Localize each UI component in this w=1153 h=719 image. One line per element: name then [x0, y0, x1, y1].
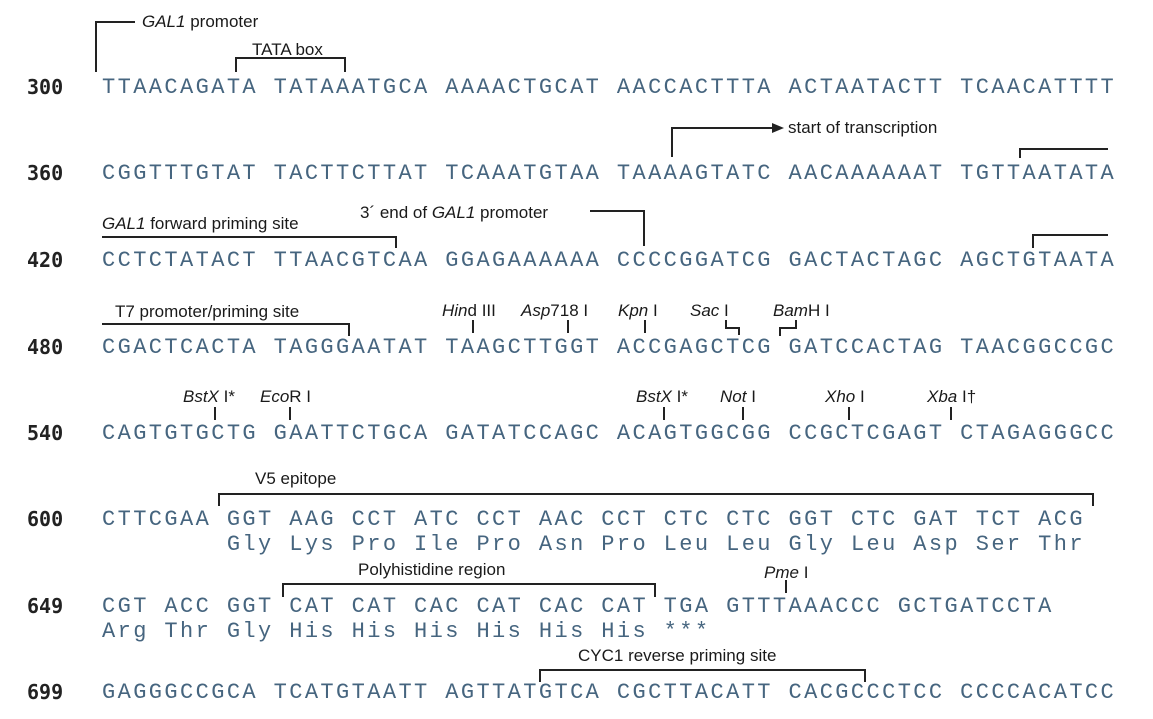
- row-number: 420: [27, 248, 64, 272]
- polyhistidine-label: Polyhistidine region: [358, 560, 506, 579]
- bamh-label: BamH I: [773, 301, 830, 320]
- xho-label: Xho I: [825, 387, 865, 406]
- row-number: 540: [27, 421, 64, 445]
- gal1-promoter-label: GAL1 promoter: [142, 12, 259, 31]
- row-number: 600: [27, 507, 64, 531]
- sequence-row: CCTCTATACT TTAACGTCAA GGAGAAAAAA CCCCGGA…: [102, 248, 1117, 273]
- sequence-row: CGACTCACTA TAGGGAATAT TAAGCTTGGT ACCGAGC…: [102, 335, 1117, 360]
- start-transcription-arrow: [671, 127, 775, 157]
- tata-box-bracket: [235, 57, 346, 72]
- bstx2-label: BstX I*: [636, 387, 688, 406]
- pme-label: Pme I: [764, 563, 809, 582]
- bamh-bracket: [779, 320, 797, 336]
- sequence-row: CTTCGAA GGT AAG CCT ATC CCT AAC CCT CTC …: [102, 507, 1085, 532]
- row-number: 360: [27, 161, 64, 185]
- row-number: 699: [27, 680, 64, 704]
- gal1-3prime-end-label: 3´ end of GAL1 promoter: [360, 203, 549, 222]
- gal1-promoter-bracket: [95, 21, 135, 72]
- row-number: 300: [27, 75, 64, 99]
- row-number: 649: [27, 594, 64, 618]
- row-number: 480: [27, 335, 64, 359]
- asp718-label: Asp718 I: [521, 301, 589, 320]
- gal1-promoter-end-bracket-360: [1019, 148, 1108, 158]
- arrowhead-icon: [772, 123, 784, 133]
- kpn-label: Kpn I: [618, 301, 658, 320]
- gal1-forward-bracket: [102, 236, 397, 248]
- sequence-row: CGT ACC GGT CAT CAT CAC CAT CAC CAT TGA …: [102, 594, 1054, 619]
- start-transcription-label: start of transcription: [788, 118, 938, 137]
- sac-bracket: [725, 320, 740, 335]
- sequence-row: CAGTGTGCTG GAATTCTGCA GATATCCAGC ACAGTGG…: [102, 421, 1117, 446]
- t7-label: T7 promoter/priming site: [115, 302, 300, 321]
- sequence-row: CGGTTTGTAT TACTTCTTAT TCAAATGTAA TAAAAGT…: [102, 161, 1117, 186]
- ecor-label: EcoR I: [260, 387, 312, 406]
- gal1-forward-label: GAL1 forward priming site: [102, 214, 299, 233]
- v5-bracket: [218, 493, 1094, 506]
- xba-label: Xba I†: [927, 387, 977, 406]
- bstx1-label: BstX I*: [183, 387, 235, 406]
- hind3-label: Hind III: [442, 301, 496, 320]
- sac-label: Sac I: [690, 301, 729, 320]
- sequence-row: GAGGGCCGCA TCATGTAATT AGTTATGTCA CGCTTAC…: [102, 680, 1117, 705]
- bracket-420-right: [1032, 234, 1108, 248]
- cyc1-label: CYC1 reverse priming site: [578, 646, 777, 665]
- sequence-row: TTAACAGATA TATAAATGCA AAAACTGCAT AACCACT…: [102, 75, 1117, 100]
- tata-box-label: TATA box: [252, 40, 323, 59]
- v5-epitope-label: V5 epitope: [255, 469, 337, 488]
- gal1-3prime-end-bracket: [590, 210, 645, 246]
- not-label: Not I: [720, 387, 756, 406]
- amino-acid-row: Arg Thr Gly His His His His His His ***: [102, 619, 711, 644]
- amino-acid-row: Gly Lys Pro Ile Pro Asn Pro Leu Leu Gly …: [102, 532, 1085, 557]
